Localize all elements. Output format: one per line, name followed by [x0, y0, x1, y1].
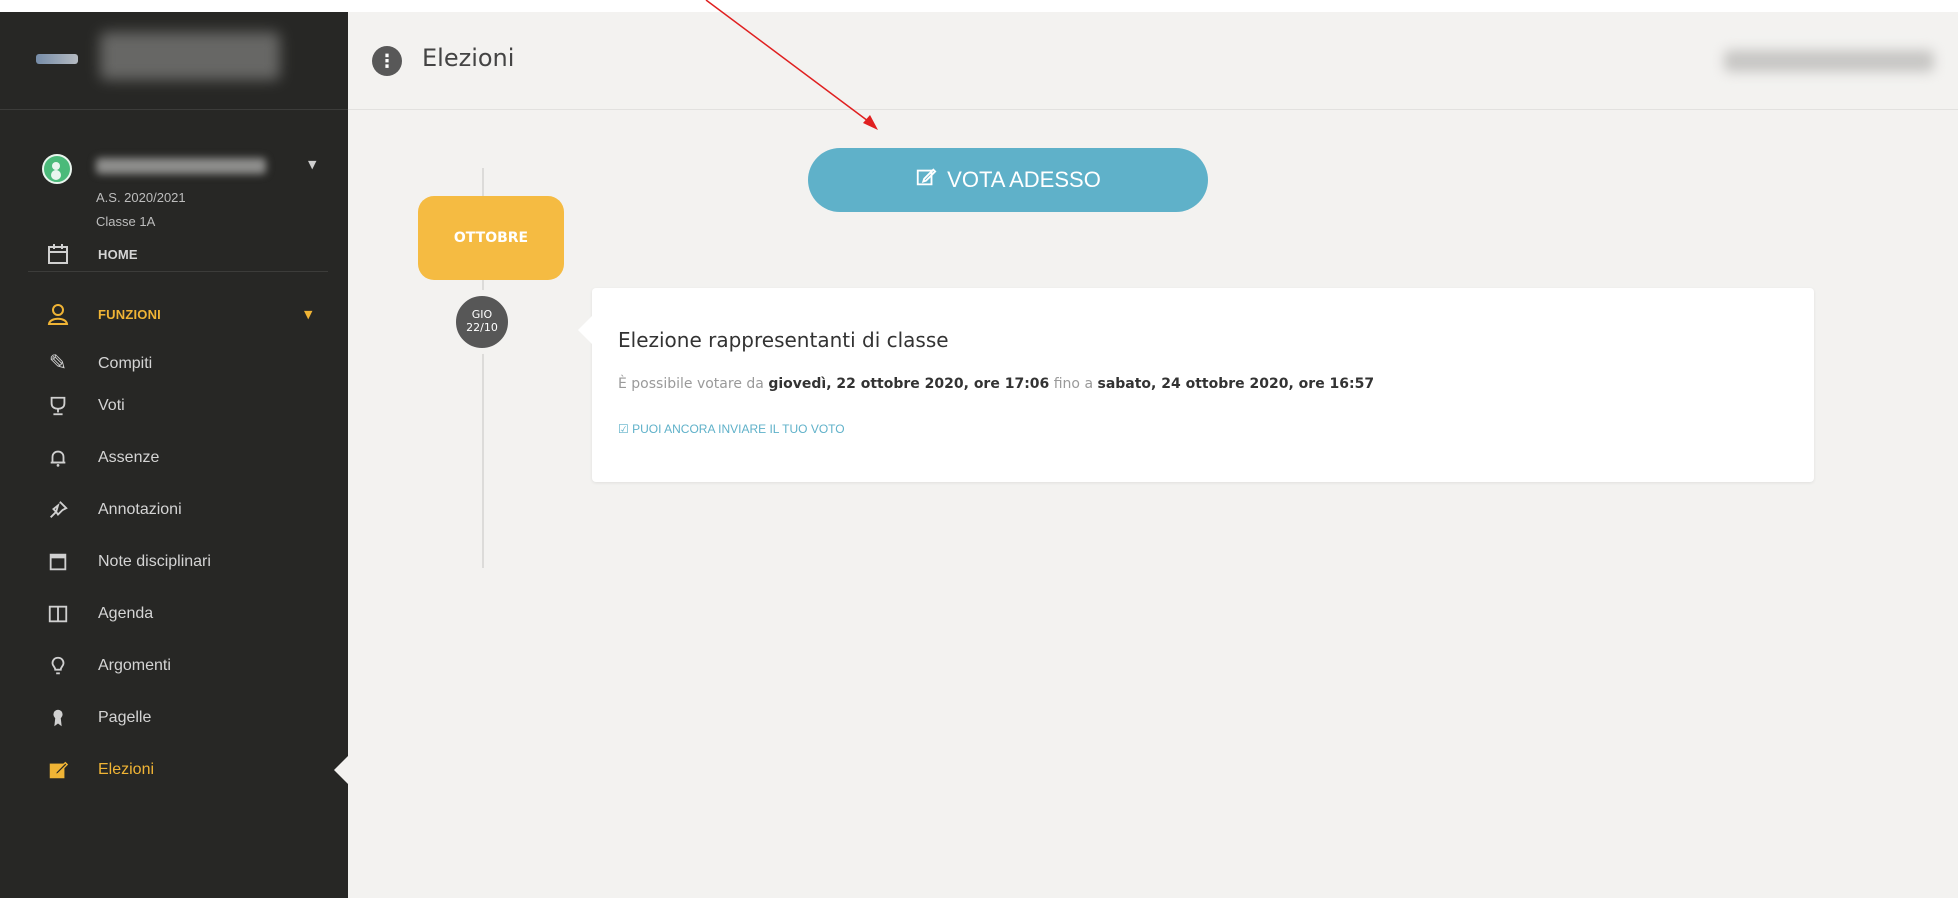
avatar[interactable]	[42, 154, 72, 184]
school-name-redacted	[100, 32, 280, 80]
sidebar-item-label: Voti	[98, 397, 125, 414]
user-name-redacted	[96, 158, 266, 174]
sidebar-item-assenze[interactable]: Assenze	[0, 436, 348, 480]
sidebar-item-home[interactable]: HOME	[0, 232, 348, 276]
sidebar: ▼ A.S. 2020/2021 Classe 1A HOME FUNZIONI…	[0, 12, 348, 898]
info-icon: ⋮	[372, 46, 402, 76]
sidebar-item-label: Annotazioni	[98, 501, 182, 518]
sidebar-item-label: Compiti	[98, 355, 153, 372]
sidebar-item-note-disciplinari[interactable]: Note disciplinari	[0, 540, 348, 584]
main-content: VOTA ADESSO OTTOBRE GIO 22/10 Elezione r…	[348, 110, 1958, 898]
period-start: giovedì, 22 ottobre 2020, ore 17:06	[768, 376, 1050, 392]
vote-now-label: VOTA ADESSO	[947, 167, 1101, 192]
sidebar-item-annotazioni[interactable]: Annotazioni	[0, 488, 348, 532]
election-title: Elezione rappresentanti di classe	[618, 328, 949, 352]
sidebar-item-label: Pagelle	[98, 709, 152, 726]
sidebar-item-agenda[interactable]: Agenda	[0, 592, 348, 636]
page-title: Elezioni	[422, 44, 515, 72]
chevron-down-icon: ▼	[304, 307, 313, 321]
edit-icon: ☑	[618, 422, 629, 436]
user-menu-caret-icon[interactable]: ▼	[308, 158, 316, 171]
election-card: Elezione rappresentanti di classe È poss…	[578, 288, 1814, 482]
book-icon	[44, 600, 72, 628]
lightbulb-icon	[44, 652, 72, 680]
class-name: Classe 1A	[96, 214, 156, 229]
date-badge: GIO 22/10	[450, 290, 514, 354]
user-icon	[44, 300, 72, 328]
election-period: È possibile votare da giovedì, 22 ottobr…	[618, 376, 1374, 392]
sidebar-item-label: Note disciplinari	[98, 553, 211, 570]
brand-logo[interactable]	[36, 54, 78, 64]
period-middle: fino a	[1053, 376, 1094, 392]
sidebar-item-label: Elezioni	[98, 761, 155, 778]
sidebar-item-label: Agenda	[98, 605, 154, 622]
sidebar-item-compiti[interactable]: ✎ Compiti	[0, 342, 348, 386]
calendar-icon	[44, 240, 72, 268]
sidebar-item-argomenti[interactable]: Argomenti	[0, 644, 348, 688]
sidebar-item-funzioni[interactable]: FUNZIONI ▼	[0, 292, 348, 336]
active-indicator	[334, 756, 348, 784]
edit-icon	[915, 166, 937, 194]
sidebar-item-label: HOME	[98, 246, 138, 262]
send-vote-label: PUOI ANCORA INVIARE IL TUO VOTO	[632, 422, 845, 436]
sidebar-item-pagelle[interactable]: Pagelle	[0, 696, 348, 740]
sidebar-item-elezioni[interactable]: Elezioni	[0, 748, 348, 792]
month-badge: OTTOBRE	[418, 196, 564, 280]
send-vote-link[interactable]: ☑ PUOI ANCORA INVIARE IL TUO VOTO	[618, 422, 845, 436]
pin-icon	[44, 496, 72, 524]
sidebar-item-label: Assenze	[98, 449, 160, 466]
date-number: 22/10	[466, 321, 498, 334]
window-icon	[44, 548, 72, 576]
pencil-icon: ✎	[48, 351, 68, 376]
school-year: A.S. 2020/2021	[96, 190, 186, 205]
header-user-redacted[interactable]	[1724, 50, 1934, 72]
vote-now-button[interactable]: VOTA ADESSO	[808, 148, 1208, 212]
sidebar-item-label: FUNZIONI	[98, 306, 161, 322]
page-header: ⋮ Elezioni	[348, 12, 1958, 110]
sidebar-item-label: Argomenti	[98, 657, 171, 674]
edit-icon	[44, 756, 72, 784]
brand-area	[0, 12, 348, 110]
period-prefix: È possibile votare da	[618, 376, 764, 392]
period-end: sabato, 24 ottobre 2020, ore 16:57	[1097, 376, 1375, 392]
bell-icon	[44, 444, 72, 472]
trophy-icon	[44, 392, 72, 420]
sidebar-item-voti[interactable]: Voti	[0, 384, 348, 428]
award-icon	[44, 704, 72, 732]
